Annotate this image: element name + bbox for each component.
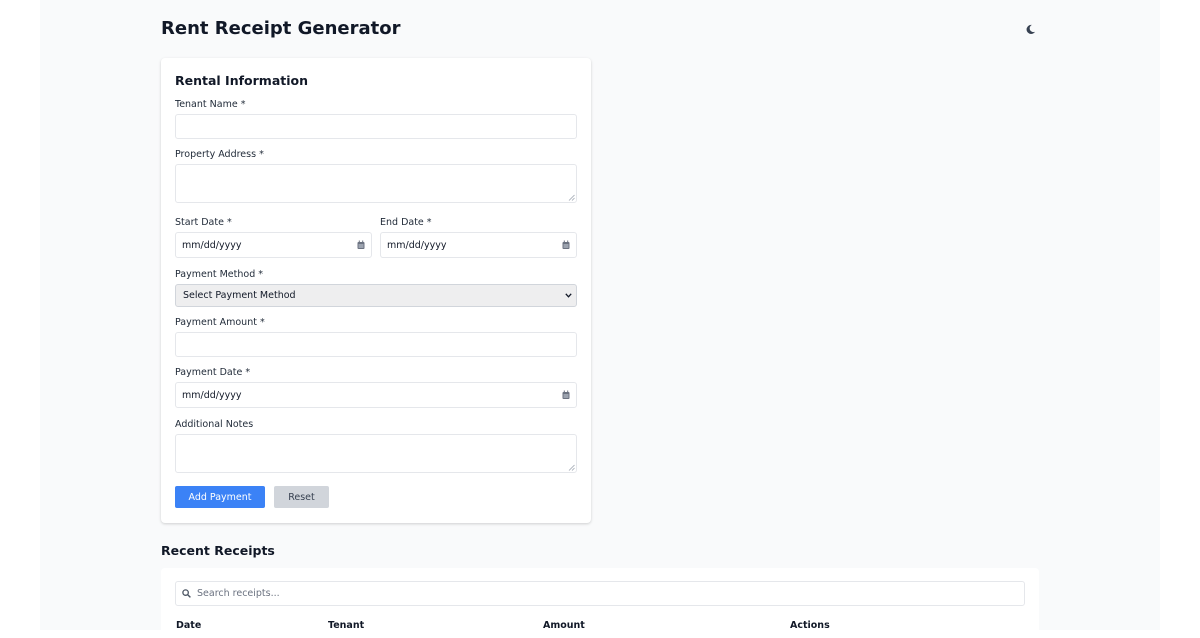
search-box[interactable] — [175, 581, 1025, 606]
calendar-icon[interactable] — [562, 240, 570, 250]
tenant-name-input[interactable] — [175, 114, 577, 139]
resize-grip-icon[interactable] — [568, 194, 575, 201]
start-date-label: Start Date * — [175, 217, 232, 228]
rental-information-card: Rental Information Tenant Name * Propert… — [161, 58, 591, 523]
app-container: Rent Receipt Generator Rental Informatio… — [40, 0, 1160, 638]
payment-method-select[interactable]: Select Payment Method — [175, 284, 577, 307]
column-header-date[interactable]: Date — [176, 620, 201, 631]
end-date-value: mm/dd/yyyy — [387, 239, 447, 251]
column-header-tenant[interactable]: Tenant — [328, 620, 364, 631]
additional-notes-label: Additional Notes — [175, 419, 254, 430]
additional-notes-textarea[interactable] — [175, 434, 577, 473]
add-payment-button[interactable]: Add Payment — [175, 486, 265, 508]
end-date-label: End Date * — [380, 217, 432, 228]
theme-toggle-button[interactable] — [1022, 21, 1038, 37]
start-date-value: mm/dd/yyyy — [182, 239, 242, 251]
card-title: Rental Information — [175, 73, 308, 88]
column-header-amount[interactable]: Amount — [543, 620, 585, 631]
search-icon — [182, 589, 191, 598]
payment-amount-label: Payment Amount * — [175, 317, 265, 328]
search-input[interactable] — [197, 588, 997, 599]
payment-method-selected: Select Payment Method — [183, 290, 296, 301]
payment-date-label: Payment Date * — [175, 367, 251, 378]
page-title: Rent Receipt Generator — [161, 18, 401, 39]
property-address-label: Property Address * — [175, 149, 264, 160]
receipts-table-card: Date Tenant Amount Actions — [161, 568, 1039, 638]
payment-amount-input[interactable] — [175, 332, 577, 357]
reset-button[interactable]: Reset — [274, 486, 329, 508]
tenant-name-label: Tenant Name * — [175, 99, 246, 110]
calendar-icon[interactable] — [562, 390, 570, 400]
chevron-down-icon — [565, 293, 572, 298]
calendar-icon[interactable] — [357, 240, 365, 250]
resize-grip-icon[interactable] — [568, 464, 575, 471]
moon-icon — [1025, 20, 1036, 39]
payment-date-input[interactable]: mm/dd/yyyy — [175, 382, 577, 408]
property-address-textarea[interactable] — [175, 164, 577, 203]
payment-date-value: mm/dd/yyyy — [182, 389, 242, 401]
end-date-input[interactable]: mm/dd/yyyy — [380, 232, 577, 258]
start-date-input[interactable]: mm/dd/yyyy — [175, 232, 372, 258]
recent-receipts-title: Recent Receipts — [161, 543, 275, 558]
column-header-actions: Actions — [790, 620, 830, 631]
payment-method-label: Payment Method * — [175, 269, 264, 280]
